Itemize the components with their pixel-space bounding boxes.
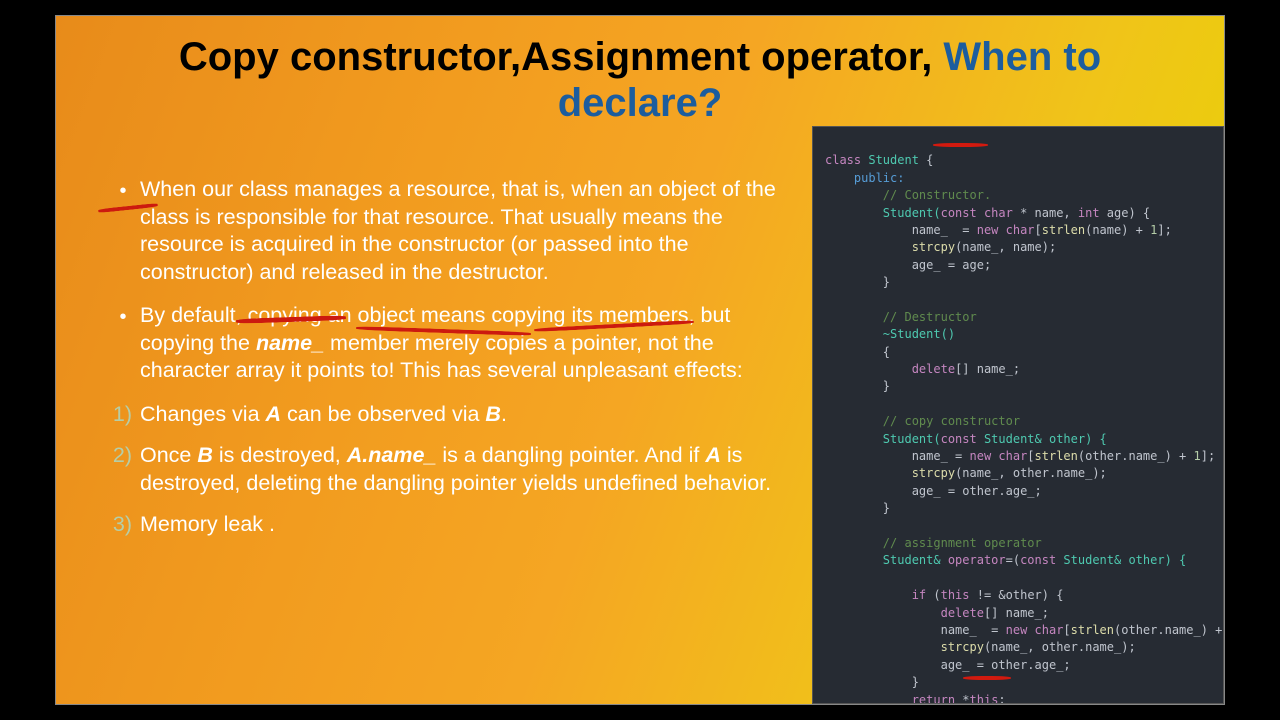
slide-title: Copy constructor,Assignment operator, Wh… <box>56 16 1224 134</box>
slide-body: • When our class manages a resource, tha… <box>106 176 806 553</box>
num-label: 2) <box>88 442 140 497</box>
num-item-1: 1) Changes via A can be observed via B. <box>88 401 806 429</box>
bullet-dot: • <box>106 176 140 286</box>
bullet-2: • By default, copying an object means co… <box>106 302 806 385</box>
num-item-3: 3) Memory leak . <box>88 511 806 539</box>
slide: Copy constructor,Assignment operator, Wh… <box>55 15 1225 705</box>
num-label: 1) <box>88 401 140 429</box>
bullet-2-text: By default, copying an object means copy… <box>140 302 806 385</box>
code-block: class Student { public: // Constructor. … <box>812 126 1224 704</box>
num-label: 3) <box>88 511 140 539</box>
bullet-1-text: When our class manages a resource, that … <box>140 176 806 286</box>
bullet-1: • When our class manages a resource, tha… <box>106 176 806 286</box>
annotation-underline <box>933 143 988 147</box>
bullet-dot: • <box>106 302 140 385</box>
num-item-2: 2) Once B is destroyed, A.name_ is a dan… <box>88 442 806 497</box>
title-part-black: Copy constructor,Assignment operator, <box>179 35 944 79</box>
annotation-underline <box>963 676 1011 680</box>
